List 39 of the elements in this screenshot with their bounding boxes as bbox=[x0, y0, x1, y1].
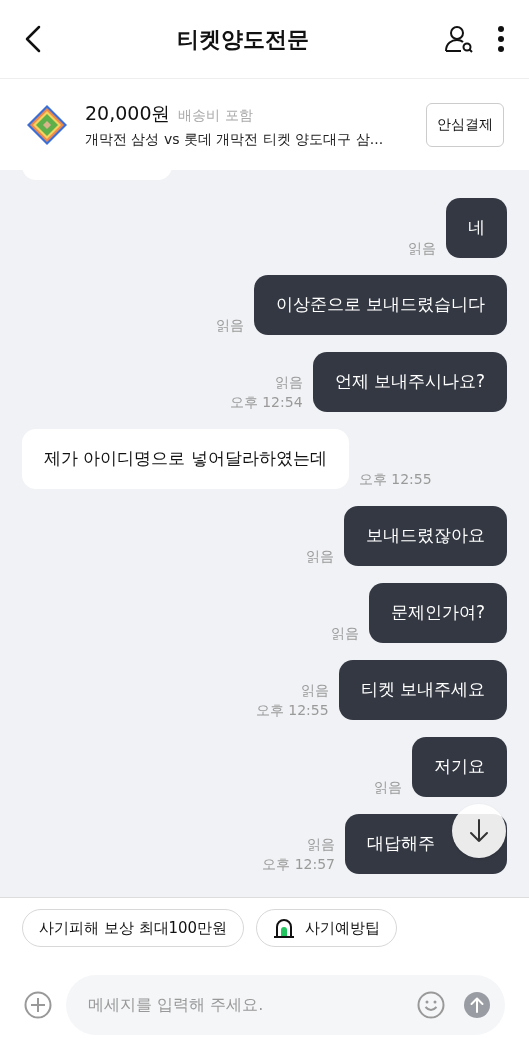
message-bubble: 제가 아이디명으로 넣어달라하였는데 bbox=[22, 429, 349, 489]
siren-icon bbox=[273, 917, 296, 939]
message-bubble: 보내드렸잖아요 bbox=[344, 506, 507, 566]
message-bubble: 네 bbox=[446, 198, 507, 258]
scam-tip-button[interactable]: 사기예방팁 bbox=[256, 909, 398, 947]
message-time: 오후 12:55 bbox=[358, 470, 432, 489]
shipping-note: 배송비 포함 bbox=[178, 105, 253, 125]
read-receipt: 읽음 bbox=[300, 681, 329, 700]
emoji-icon[interactable] bbox=[417, 991, 445, 1019]
compensation-button[interactable]: 사기피해 보상 최대100만원 bbox=[22, 909, 245, 947]
arrow-down-icon bbox=[469, 818, 489, 844]
read-receipt: 읽음 bbox=[330, 624, 359, 643]
message-time: 오후 12:54 bbox=[229, 393, 303, 412]
stadium-icon bbox=[25, 102, 69, 147]
read-receipt: 읽음 bbox=[408, 239, 436, 258]
read-receipt: 읽음 bbox=[274, 373, 303, 392]
message-bubble: 언제 보내주시나요? bbox=[312, 352, 507, 412]
message-bubble: 문제인가여? bbox=[368, 583, 507, 643]
message-field[interactable]: 메세지를 입력해 주세요. bbox=[66, 975, 505, 1035]
message-bubble: 저기요 bbox=[412, 737, 507, 797]
safe-pay-button[interactable]: 안심결제 bbox=[426, 102, 504, 147]
product-name: 개막전 삼성 vs 롯데 개막전 티켓 양도대구 삼... bbox=[85, 130, 385, 150]
plus-icon[interactable] bbox=[24, 991, 52, 1019]
message-bubble: 티켓 보내주세요 bbox=[338, 660, 507, 720]
scroll-down-button[interactable] bbox=[452, 804, 506, 858]
read-receipt: 읽음 bbox=[306, 547, 334, 566]
message-time: 오후 12:57 bbox=[262, 855, 335, 874]
back-icon[interactable] bbox=[24, 25, 42, 53]
read-receipt: 읽음 bbox=[307, 835, 335, 854]
message-time: 오후 12:55 bbox=[255, 701, 329, 720]
chat-title: 티켓양도전문 bbox=[176, 26, 309, 52]
message-input[interactable]: 메세지를 입력해 주세요. bbox=[88, 993, 417, 1017]
send-icon[interactable] bbox=[463, 991, 491, 1019]
price: 20,000원 bbox=[85, 100, 171, 126]
read-receipt: 읽음 bbox=[374, 778, 402, 797]
user-search-icon[interactable] bbox=[443, 23, 475, 55]
message-bubble: 이상준으로 보내드렸습니다 bbox=[253, 275, 507, 335]
read-receipt: 읽음 bbox=[215, 316, 244, 335]
more-icon[interactable] bbox=[497, 25, 505, 53]
